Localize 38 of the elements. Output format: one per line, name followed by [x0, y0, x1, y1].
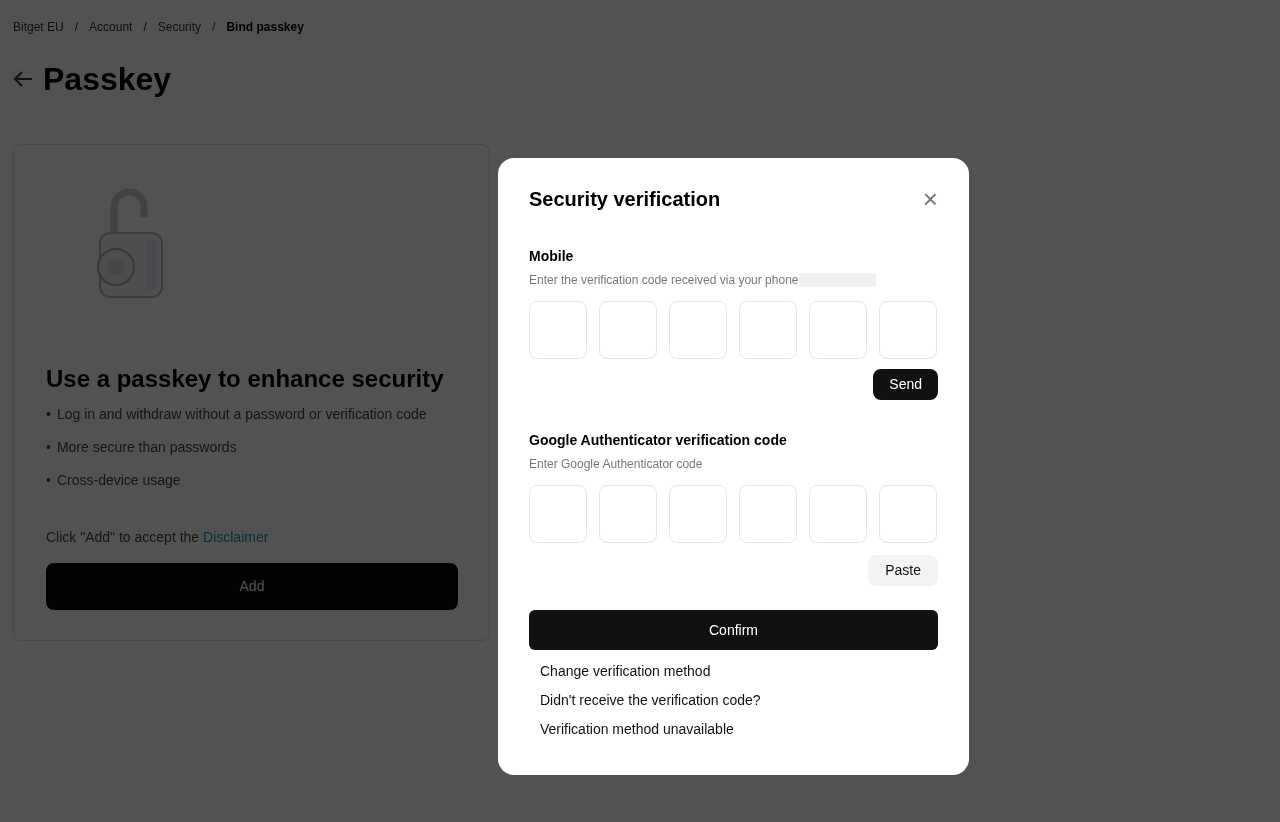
code-field[interactable]	[669, 485, 727, 543]
breadcrumb-separator: /	[74, 19, 79, 36]
breadcrumb-item: Bind passkey	[226, 19, 304, 36]
page-title: Passkey	[43, 60, 172, 99]
field-label: Google Authenticator verification code	[529, 431, 788, 450]
field-label: Mobile	[529, 247, 575, 266]
hint-text: Enter Google Authenticator code	[529, 456, 703, 473]
bullet-marker: •	[46, 471, 51, 491]
send-button[interactable]: Send	[873, 369, 938, 400]
code-field[interactable]	[809, 485, 867, 543]
code-field[interactable]	[809, 301, 867, 359]
code-field[interactable]	[879, 301, 937, 359]
code-field[interactable]	[879, 485, 937, 543]
bullet-marker: •	[46, 405, 51, 425]
code-field[interactable]	[599, 301, 657, 359]
breadcrumb-separator: /	[212, 19, 216, 36]
help-link[interactable]: Didn't receive the verification code?	[529, 690, 772, 711]
card-heading: Use a passkey to enhance security	[46, 365, 445, 395]
code-field[interactable]	[739, 485, 797, 543]
code-field[interactable]	[599, 485, 657, 543]
code-field[interactable]	[529, 301, 587, 359]
code-field[interactable]	[669, 301, 727, 359]
breadcrumb-separator: /	[143, 19, 147, 36]
confirm-button[interactable]: Confirm	[529, 610, 938, 650]
dialog-title: Security verification	[529, 187, 721, 211]
help-link[interactable]: Verification method unavailable	[529, 719, 745, 740]
help-link[interactable]: Change verification method	[529, 661, 722, 682]
bullet-marker: •	[46, 438, 51, 458]
paste-button[interactable]: Paste	[868, 555, 938, 586]
bullet-text: Cross-device usage	[56, 471, 181, 491]
hint-text: Enter the verification code received via your phone	[529, 272, 799, 289]
back-arrow-icon[interactable]	[13, 71, 33, 88]
close-button[interactable]: ×	[922, 186, 938, 212]
code-field[interactable]	[739, 301, 797, 359]
bullet-text: More secure than passwords	[56, 438, 237, 458]
bullet-text: Log in and withdraw without a password or verification code	[56, 405, 427, 425]
disclaimer-text: Click "Add" to accept the	[46, 529, 201, 546]
code-field[interactable]	[529, 485, 587, 543]
